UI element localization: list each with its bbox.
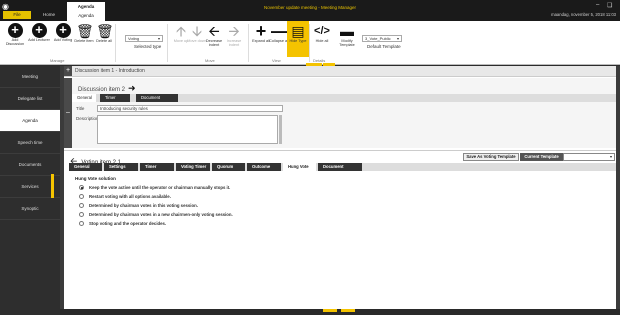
hung-vote-heading: Hung Vote solution [75,176,116,181]
expand-icon[interactable]: + [64,66,72,76]
sidebar-item-delegate-list[interactable]: Delegate list [0,88,60,110]
tab-document[interactable]: Document [136,94,178,102]
chevron-down-icon: ▾ [157,36,160,41]
hung-vote-option[interactable]: Stop voting and the operator decides. [79,221,166,227]
collapse-icon[interactable]: – [64,78,72,148]
arrow-left-icon: 🡨 [208,23,220,39]
restore-icon[interactable]: ❏ [607,2,612,9]
delete-all-button[interactable]: 🗑 Delete all [93,21,115,57]
plus-circle-icon: + [31,23,47,38]
increase-indent-button[interactable]: 🡪 Increase indent [223,21,245,57]
template-select[interactable]: 3_Vote_Public ▾ [362,35,402,42]
sidebar-item-meeting[interactable]: Meeting [0,66,60,88]
tab-timer[interactable]: Timer [140,163,174,171]
hide-type-button[interactable]: ▤ Hide Type [287,21,309,57]
add-lecturer-button[interactable]: + Add Lecturer [28,21,50,57]
hung-vote-option[interactable]: Restart voting with all options availabl… [79,194,171,200]
voting-type-select[interactable]: Voting ▾ [125,35,163,42]
ribbon-separator [248,24,249,62]
voting-item-panel: 🡨Voting item 2.1 Save As Voting Template… [64,150,616,309]
tab-settings[interactable]: Settings [104,163,138,171]
delete-item-button[interactable]: 🗑 Delete item [73,21,95,57]
selected-type-label: Selected type [134,44,162,49]
tab-agenda[interactable]: Agenda [67,11,105,21]
tab-general[interactable]: General [69,163,102,171]
minimize-icon[interactable]: – [596,2,599,8]
discussion-item-2-title: Discussion item 2 ➜ [78,83,136,93]
arrow-right-icon[interactable]: ➜ [128,83,136,93]
group-label-view: View [272,58,281,63]
tab-file[interactable]: File [3,11,31,19]
plus-icon: + [255,21,267,41]
tab-outcome[interactable]: Outcome [247,163,281,171]
ribbon: + Add Discussion + Add Lecturer + Add Vo… [0,21,620,65]
plus-circle-icon: + [7,23,23,38]
sidebar-item-speech-time[interactable]: Speech time [0,132,60,154]
ribbon-separator [309,24,310,62]
group-label-manage: Manage [50,58,65,63]
code-icon: </> [314,25,330,37]
discussion-item-1-row[interactable]: + Discussion item 1 - Introduction [64,66,616,77]
template-icon: ▬ [340,23,354,39]
sidebar-accent-bar [51,174,54,198]
sidebar-item-documents[interactable]: Documents [0,154,60,176]
add-discussion-button[interactable]: + Add Discussion [4,21,26,57]
radio[interactable] [79,221,84,227]
tab-general[interactable]: General [72,94,96,102]
plus-circle-icon: + [55,23,71,38]
chevron-down-icon: ▾ [396,36,399,41]
current-template-select[interactable]: ▾ [563,153,615,161]
add-voting-button[interactable]: + Add Voting [52,21,74,57]
discussion-tabs: General Timer Document [72,94,616,102]
sidebar-item-agenda[interactable]: Agenda [0,110,60,132]
modify-template-button[interactable]: ▬ Modify Template [334,21,360,57]
radio[interactable] [79,194,84,200]
group-label-move: Move [205,58,215,63]
title-input[interactable]: Introducing security rules [97,105,283,112]
radio-selected[interactable] [79,185,84,191]
tab-voting-timer[interactable]: Voting Timer [176,163,210,171]
arrow-right-icon: 🡪 [228,23,240,39]
sidebar-item-synoptic[interactable]: Synoptic [0,198,60,220]
tab-home[interactable]: Home [36,11,62,19]
title-label: Title [76,106,85,111]
tab-timer[interactable]: Timer [100,94,130,102]
default-template-label: Default Template [367,44,401,49]
chevron-down-icon: ▾ [609,154,612,159]
status-accent-bar [323,309,337,312]
status-bar [60,309,620,315]
window-title: November update meeting - Meeting Manage… [263,5,357,10]
datetime-display: maandag, november 5, 2018 11:03 [551,12,616,17]
discussion-item-2-panel: – Discussion item 2 ➜ General Timer Docum… [64,78,616,148]
description-scrollbar[interactable] [279,115,282,144]
tab-hung-vote[interactable]: Hung Vote [283,163,316,171]
trash-all-icon: 🗑 [96,23,114,39]
minus-icon: — [271,21,289,41]
ribbon-separator [115,24,116,62]
radio[interactable] [79,203,84,209]
vertical-scrollbar[interactable] [616,66,620,309]
status-accent-bar [341,309,355,312]
hung-vote-option[interactable]: Determined by chairman votes in this vot… [79,203,198,209]
tab-document[interactable]: Document [318,163,362,171]
main-area: + Discussion item 1 - Introduction – Dis… [60,66,620,315]
agenda-content: + Discussion item 1 - Introduction – Dis… [64,66,616,309]
voting-tabs: General Settings Timer Voting Timer Quor… [69,163,616,171]
hide-type-icon: ▤ [291,23,305,39]
description-textarea[interactable] [97,115,278,144]
trash-icon: 🗑 [76,23,94,39]
radio[interactable] [79,212,84,218]
ribbon-separator [167,24,168,62]
hung-vote-option[interactable]: Keep the vote active until the operator … [79,185,230,191]
description-label: Description [76,116,99,121]
current-template-label: Current Template [520,153,563,161]
decrease-indent-button[interactable]: 🡨 Decrease indent [203,21,225,57]
hung-vote-option[interactable]: Determined by chairman votes in a new ch… [79,212,233,218]
save-as-voting-template-button[interactable]: Save As Voting Template [463,153,519,161]
tab-quorum[interactable]: Quorum [212,163,245,171]
hide-all-button[interactable]: </> Hide all [311,21,333,57]
app-window: ◉ Agenda November update meeting - Meeti… [0,0,620,315]
